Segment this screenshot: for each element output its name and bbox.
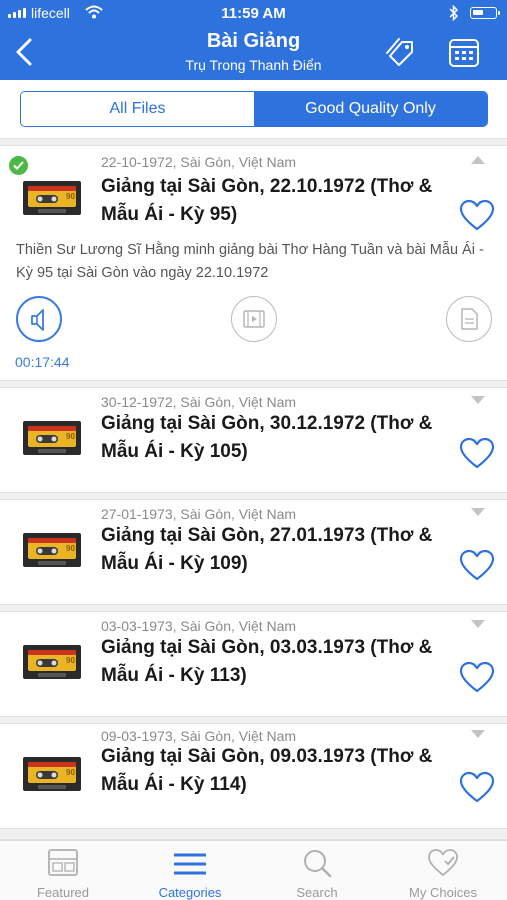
collapse-caret-icon[interactable] — [471, 156, 485, 164]
favorite-heart-icon[interactable] — [458, 198, 496, 232]
favorite-heart-icon[interactable] — [458, 770, 496, 804]
expand-caret-icon[interactable] — [471, 620, 485, 628]
list-item[interactable]: 90 30-12-1972, Sài Gòn, Việt Nam Giảng t… — [0, 388, 507, 492]
expand-caret-icon[interactable] — [471, 396, 485, 404]
expand-caret-icon[interactable] — [471, 730, 485, 738]
heart-check-icon — [428, 849, 458, 876]
cassette-tape-icon: 90 — [23, 533, 81, 567]
audio-play-button[interactable] — [16, 296, 62, 342]
svg-text:90: 90 — [66, 544, 75, 553]
list-item[interactable]: 90 03-03-1973, Sài Gòn, Việt Nam Giảng t… — [0, 612, 507, 716]
downloaded-check-icon — [9, 156, 28, 175]
divider — [0, 716, 507, 724]
cassette-tape-icon: 90 — [23, 421, 81, 455]
speaker-icon — [31, 309, 44, 331]
tag-icon[interactable] — [382, 36, 418, 70]
calendar-icon[interactable] — [446, 36, 482, 70]
list-item[interactable]: 90 22-10-1972, Sài Gòn, Việt Nam Giảng t… — [0, 146, 507, 380]
divider — [0, 828, 507, 840]
battery-icon — [470, 7, 500, 19]
audio-duration: 00:17:44 — [15, 354, 70, 370]
divider — [0, 492, 507, 500]
document-icon — [461, 308, 478, 330]
segment-all-files[interactable]: All Files — [21, 92, 254, 126]
svg-text:90: 90 — [66, 656, 75, 665]
item-title[interactable]: Giảng tại Sài Gòn, 30.12.1972 (Thơ & Mẫu… — [101, 410, 453, 466]
svg-text:90: 90 — [66, 432, 75, 441]
tab-categories[interactable]: Categories — [127, 841, 253, 900]
item-title[interactable]: Giảng tại Sài Gòn, 09.03.1973 (Thơ & Mẫu… — [101, 743, 453, 799]
tab-label: Featured — [36, 885, 90, 900]
menu-list-icon — [174, 853, 206, 875]
page-title: Bài Giảng — [206, 30, 301, 52]
app-header: lifecell 11:59 AM Bài Giảng Trụ Trong Th… — [0, 0, 507, 80]
tab-my-choices[interactable]: My Choices — [380, 841, 506, 900]
cassette-tape-icon: 90 — [23, 645, 81, 679]
video-button[interactable] — [231, 296, 277, 342]
item-meta: 22-10-1972, Sài Gòn, Việt Nam — [101, 154, 297, 170]
divider — [0, 138, 507, 146]
featured-icon — [48, 849, 78, 876]
document-button[interactable] — [446, 296, 492, 342]
item-title[interactable]: Giảng tại Sài Gòn, 27.01.1973 (Thơ & Mẫu… — [101, 522, 453, 578]
page-subtitle: Trụ Trong Thanh Điển — [185, 57, 322, 73]
cassette-tape-icon: 90 — [23, 757, 81, 791]
item-meta: 30-12-1972, Sài Gòn, Việt Nam — [101, 394, 297, 410]
item-title[interactable]: Giảng tại Sài Gòn, 22.10.1972 (Thơ & Mẫu… — [101, 173, 453, 229]
tab-label: Categories — [158, 885, 222, 900]
status-time: 11:59 AM — [221, 5, 286, 22]
film-icon — [243, 310, 265, 328]
divider — [0, 604, 507, 612]
bottom-tab-bar: Featured Categories Search My Choices — [0, 840, 507, 900]
list-item[interactable]: 90 09-03-1973, Sài Gòn, Việt Nam Giảng t… — [0, 724, 507, 828]
quality-filter-segment: All Files Good Quality Only — [20, 91, 488, 127]
favorite-heart-icon[interactable] — [458, 660, 496, 694]
tab-label: My Choices — [409, 885, 477, 900]
item-meta: 27-01-1973, Sài Gòn, Việt Nam — [101, 506, 297, 522]
favorite-heart-icon[interactable] — [458, 436, 496, 470]
cassette-tape-icon: 90 — [23, 181, 81, 215]
list-item[interactable]: 90 27-01-1973, Sài Gòn, Việt Nam Giảng t… — [0, 500, 507, 604]
tab-featured[interactable]: Featured — [0, 841, 126, 900]
search-icon — [304, 850, 332, 878]
status-bar: lifecell 11:59 AM — [0, 0, 507, 26]
tab-search[interactable]: Search — [254, 841, 380, 900]
divider — [0, 380, 507, 388]
svg-text:90: 90 — [66, 768, 75, 777]
item-description: Thiền Sư Lương Sĩ Hằng minh giảng bài Th… — [16, 242, 484, 281]
svg-text:90: 90 — [66, 192, 75, 201]
tab-label: Search — [296, 885, 338, 900]
item-title[interactable]: Giảng tại Sài Gòn, 03.03.1973 (Thơ & Mẫu… — [101, 634, 453, 690]
segment-good-quality-only[interactable]: Good Quality Only — [254, 92, 487, 126]
item-meta: 03-03-1973, Sài Gòn, Việt Nam — [101, 618, 297, 634]
expand-caret-icon[interactable] — [471, 508, 485, 516]
item-meta: 09-03-1973, Sài Gòn, Việt Nam — [101, 728, 297, 744]
bluetooth-icon — [449, 5, 459, 21]
favorite-heart-icon[interactable] — [458, 548, 496, 582]
